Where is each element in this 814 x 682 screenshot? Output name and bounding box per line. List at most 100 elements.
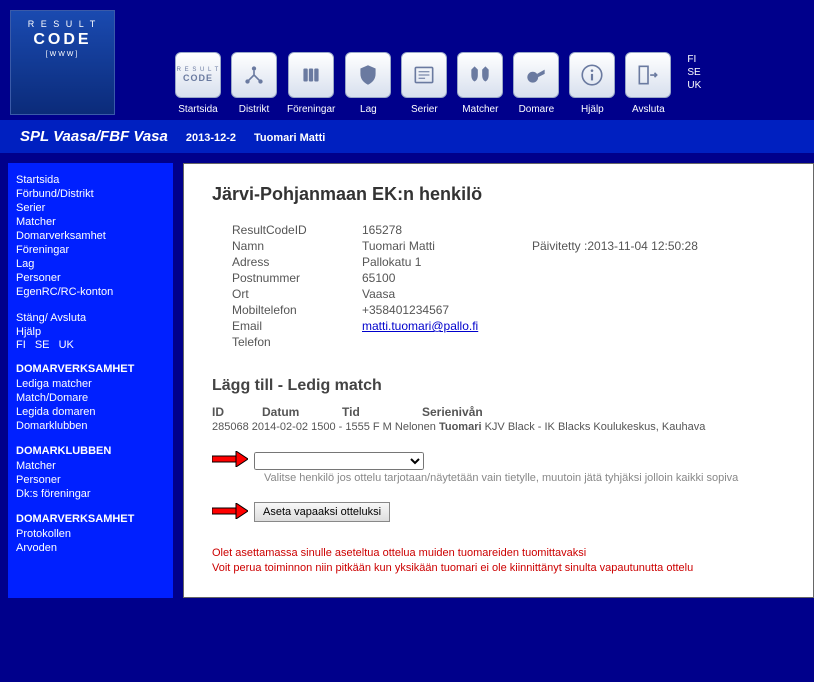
- list-icon: [401, 52, 447, 98]
- nav-label: Serier: [411, 104, 438, 115]
- sidebar-lang-fi[interactable]: FI: [16, 339, 26, 351]
- breadcrumb-org: SPL Vaasa/FBF Vasa: [20, 128, 168, 145]
- sidebar-group-misc: Stäng/ Avsluta Hjälp FI SE UK: [16, 311, 165, 351]
- sidebar-item-personer[interactable]: Personer: [16, 271, 165, 285]
- lbl-post: Postnummer: [232, 271, 362, 285]
- foreningar-icon: [288, 52, 334, 98]
- sidebar-section-domarverksamhet2: DOMARVERKSAMHET Protokollen Arvoden: [16, 513, 165, 555]
- warn-line1: Olet asettamassa sinulle aseteltua ottel…: [212, 546, 813, 561]
- info-icon: [569, 52, 615, 98]
- person-select-hint: Valitse henkilö jos ottelu tarjotaan/näy…: [264, 472, 813, 484]
- sidebar-group-main: Startsida Förbund/Distrikt Serier Matche…: [16, 173, 165, 299]
- sidebar-item-legida-domaren[interactable]: Legida domaren: [16, 405, 165, 419]
- updated: Päivitetty :2013-11-04 12:50:28: [532, 239, 698, 253]
- person-select[interactable]: [254, 452, 424, 470]
- sidebar-lang-uk[interactable]: UK: [59, 339, 74, 351]
- sidebar-item-hjalp[interactable]: Hjälp: [16, 325, 165, 339]
- match-row: 285068 2014-02-02 1500 - 1555 F M Nelone…: [212, 421, 813, 433]
- nav-hjalp[interactable]: Hjälp: [569, 52, 615, 115]
- mr-lvl: F M Nelonen: [373, 421, 436, 433]
- lang-se[interactable]: SE: [687, 67, 701, 78]
- val-ort: Vaasa: [362, 287, 502, 301]
- nav-distrikt[interactable]: Distrikt: [231, 52, 277, 115]
- whistle-icon: [513, 52, 559, 98]
- nav-domare[interactable]: Domare: [513, 52, 559, 115]
- warning-block: Olet asettamassa sinulle aseteltua ottel…: [212, 546, 813, 577]
- sidebar-item-lediga-matcher[interactable]: Lediga matcher: [16, 377, 165, 391]
- person-info: ResultCodeID165278 NamnTuomari MattiPäiv…: [232, 223, 813, 349]
- sidebar-item-dk-personer[interactable]: Personer: [16, 473, 165, 487]
- nav-serier[interactable]: Serier: [401, 52, 447, 115]
- mr-datum: 2014-02-02: [252, 421, 308, 433]
- lbl-tel: Telefon: [232, 335, 362, 349]
- nav-label: Startsida: [178, 104, 217, 115]
- lang-fi[interactable]: FI: [687, 54, 701, 65]
- sidebar-item-dk-foreningar[interactable]: Dk:s föreningar: [16, 487, 165, 501]
- val-email[interactable]: matti.tuomari@pallo.fi: [362, 319, 478, 333]
- logo-line3: [WWW]: [15, 51, 110, 58]
- mh-datum: Datum: [262, 405, 342, 419]
- content: Järvi-Pohjanmaan EK:n henkilö ResultCode…: [183, 163, 814, 598]
- nav-lag[interactable]: Lag: [345, 52, 391, 115]
- sidebar-item-dk-matcher[interactable]: Matcher: [16, 459, 165, 473]
- arrow-icon: [212, 503, 248, 522]
- lbl-adress: Adress: [232, 255, 362, 269]
- logo-line2: CODE: [15, 31, 110, 49]
- val-mobil: +358401234567: [362, 303, 502, 317]
- nav-label: Domare: [519, 104, 555, 115]
- sidebar-item-egenrc[interactable]: EgenRC/RC-konton: [16, 285, 165, 299]
- page-title: Järvi-Pohjanmaan EK:n henkilö: [212, 184, 813, 205]
- mr-rest: KJV Black - IK Blacks Koulukeskus, Kauha…: [485, 421, 706, 433]
- person-select-row: [212, 451, 813, 470]
- sidebar-item-serier[interactable]: Serier: [16, 201, 165, 215]
- updated-lbl: Päivitetty :: [532, 239, 587, 253]
- sidebar-item-startsida[interactable]: Startsida: [16, 173, 165, 187]
- sidebar-section-domarklubben: DOMARKLUBBEN Matcher Personer Dk:s fören…: [16, 445, 165, 501]
- lbl-email: Email: [232, 319, 362, 333]
- sidebar-item-foreningar[interactable]: Föreningar: [16, 243, 165, 257]
- mr-roll: Tuomari: [439, 421, 482, 433]
- nav-label: Lag: [360, 104, 377, 115]
- mh-snivan: Serienivån: [422, 405, 483, 419]
- arrow-icon: [212, 451, 248, 470]
- lbl-namn: Namn: [232, 239, 362, 253]
- sidebar-section-domarverksamhet: DOMARVERKSAMHET Lediga matcher Match/Dom…: [16, 363, 165, 433]
- lbl-id: ResultCodeID: [232, 223, 362, 237]
- code-icon: R E S U L TCODE: [175, 52, 221, 98]
- toolbar: R E S U L TCODE Startsida Distrikt Fören…: [175, 52, 701, 115]
- sidebar-item-domarverksamhet[interactable]: Domarverksamhet: [16, 229, 165, 243]
- breadcrumb: SPL Vaasa/FBF Vasa 2013-12-2 Tuomari Mat…: [0, 120, 814, 153]
- val-post: 65100: [362, 271, 502, 285]
- exit-icon: [625, 52, 671, 98]
- nav-startsida[interactable]: R E S U L TCODE Startsida: [175, 52, 221, 115]
- sidebar-item-domarklubben[interactable]: Domarklubben: [16, 419, 165, 433]
- top-area: R E S U L T CODE [WWW] R E S U L TCODE S…: [0, 0, 814, 120]
- match-header: ID Datum Tid Serienivån: [212, 405, 813, 419]
- sidebar-lang-se[interactable]: SE: [35, 339, 50, 351]
- nav-label: Distrikt: [239, 104, 270, 115]
- nav-label: Föreningar: [287, 104, 335, 115]
- updated-val: 2013-11-04 12:50:28: [587, 239, 698, 253]
- sidebar-item-matcher[interactable]: Matcher: [16, 215, 165, 229]
- logo: R E S U L T CODE [WWW]: [10, 10, 115, 115]
- vs-icon: [457, 52, 503, 98]
- sidebar-item-stang[interactable]: Stäng/ Avsluta: [16, 311, 165, 325]
- mr-tid: 1500 - 1555: [311, 421, 370, 433]
- nav-matcher[interactable]: Matcher: [457, 52, 503, 115]
- sidebar-item-arvoden[interactable]: Arvoden: [16, 541, 165, 555]
- sidebar-item-protokollen[interactable]: Protokollen: [16, 527, 165, 541]
- main-row: Startsida Förbund/Distrikt Serier Matche…: [0, 153, 814, 598]
- sidebar-item-match-domare[interactable]: Match/Domare: [16, 391, 165, 405]
- set-free-match-button[interactable]: Aseta vapaaksi otteluksi: [254, 502, 390, 522]
- lang-uk[interactable]: UK: [687, 80, 701, 91]
- sidebar: Startsida Förbund/Distrikt Serier Matche…: [8, 163, 173, 598]
- lbl-ort: Ort: [232, 287, 362, 301]
- mr-id: 285068: [212, 421, 249, 433]
- val-adress: Pallokatu 1: [362, 255, 502, 269]
- nav-foreningar[interactable]: Föreningar: [287, 52, 335, 115]
- mh-tid: Tid: [342, 405, 422, 419]
- nav-avsluta[interactable]: Avsluta: [625, 52, 671, 115]
- sidebar-item-forbund[interactable]: Förbund/Distrikt: [16, 187, 165, 201]
- sidebar-item-lag[interactable]: Lag: [16, 257, 165, 271]
- breadcrumb-user: Tuomari Matti: [254, 132, 325, 144]
